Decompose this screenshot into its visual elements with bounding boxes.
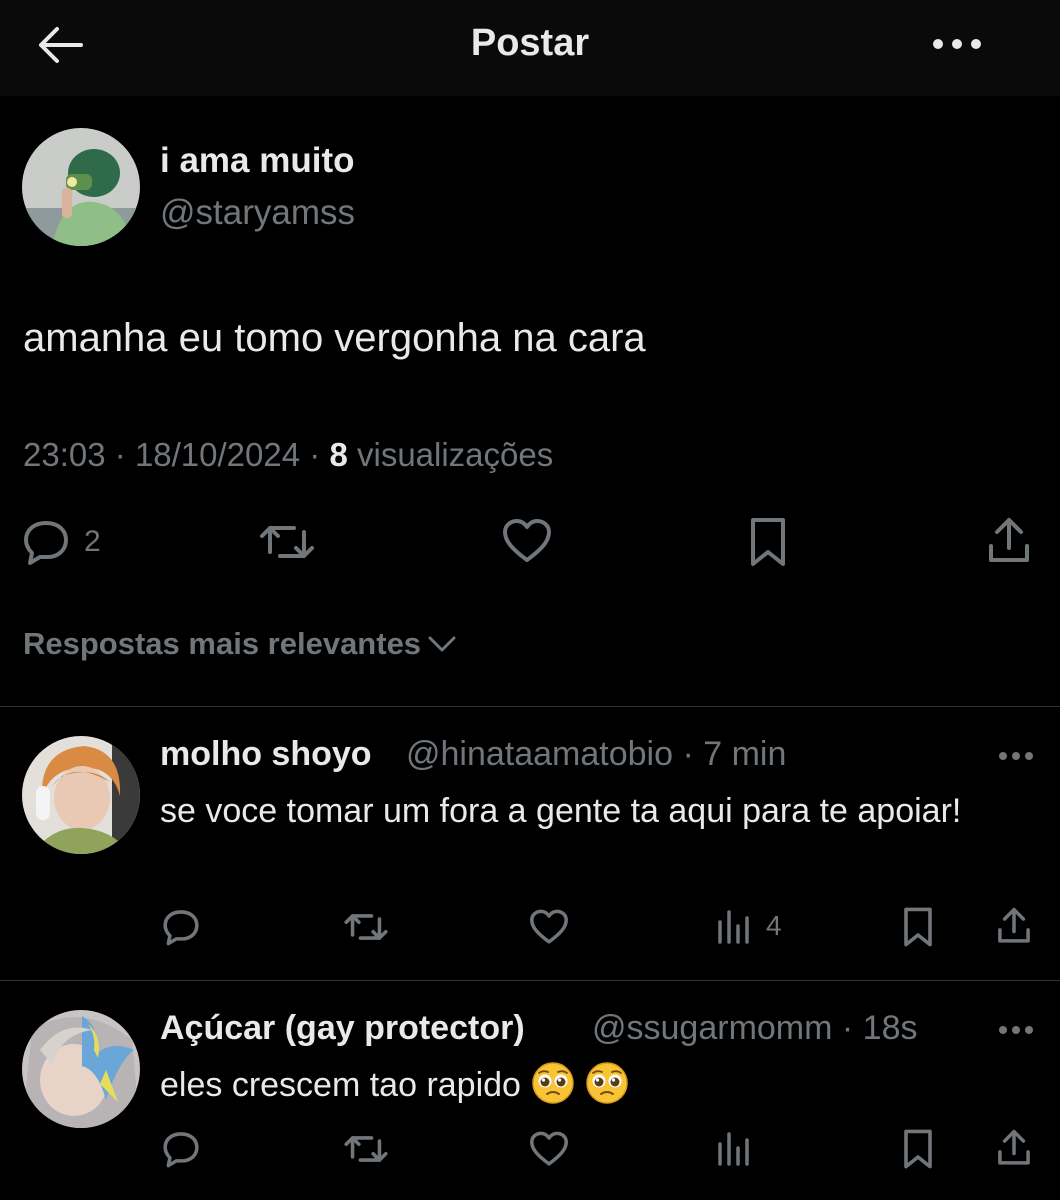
- share-icon: [998, 907, 1030, 943]
- reply-button[interactable]: [162, 908, 200, 946]
- post-meta: 23:03 · 18/10/2024 · 8 visualizações: [23, 436, 553, 474]
- meta-separator: ·: [114, 436, 135, 473]
- page-title: Postar: [470, 22, 590, 64]
- reply-icon: [163, 1132, 199, 1168]
- bookmark-button[interactable]: [902, 906, 934, 948]
- divider: [0, 980, 1060, 981]
- more-horizontal-icon: [933, 39, 981, 49]
- reply-time: 7 min: [703, 735, 787, 773]
- analytics-icon: [718, 1132, 749, 1166]
- reply-more-button[interactable]: [990, 741, 1042, 771]
- share-button[interactable]: [996, 906, 1032, 946]
- views-label[interactable]: visualizações: [357, 436, 553, 473]
- meta-separator: ·: [673, 735, 704, 773]
- reply-author-name[interactable]: molho shoyo: [160, 735, 372, 774]
- reply-author-name[interactable]: Açúcar (gay protector): [160, 1009, 525, 1048]
- reply-handle-time[interactable]: @ssugarmomm · 18s: [592, 1009, 918, 1048]
- repost-icon: [344, 914, 388, 940]
- reply-button[interactable]: [162, 1130, 200, 1168]
- author-avatar[interactable]: [22, 128, 140, 246]
- post-date: 18/10/2024: [134, 436, 301, 473]
- share-icon: [989, 518, 1029, 562]
- meta-separator: ·: [832, 1009, 863, 1047]
- author-handle[interactable]: @staryamss: [160, 193, 355, 233]
- views-button[interactable]: 4: [716, 908, 782, 944]
- reply-text-row: eles crescem tao rapido: [160, 1059, 1020, 1111]
- pleading-face-emoji: [586, 1062, 628, 1104]
- reply-text: se voce tomar um fora a gente ta aqui pa…: [160, 792, 962, 830]
- meta-separator: ·: [309, 436, 330, 473]
- replies-sort-label: Respostas mais relevantes: [23, 626, 422, 661]
- reply-handle-time[interactable]: @hinataamatobio · 7 min: [406, 735, 786, 774]
- repost-button[interactable]: [258, 518, 316, 566]
- views-count: 4: [766, 910, 782, 941]
- heart-icon: [503, 519, 551, 562]
- reply-count: 2: [84, 525, 101, 558]
- analytics-icon: [718, 910, 749, 944]
- heart-icon: [530, 1131, 568, 1166]
- share-button[interactable]: [996, 1128, 1032, 1168]
- like-button[interactable]: [502, 518, 552, 564]
- reply-more-button[interactable]: [990, 1015, 1042, 1045]
- top-bar: Postar: [0, 0, 1060, 96]
- bookmark-button[interactable]: [902, 1128, 934, 1170]
- chevron-down-icon: [428, 636, 456, 652]
- share-button[interactable]: [986, 516, 1032, 566]
- reply-time: 18s: [862, 1009, 918, 1047]
- more-options-button[interactable]: [922, 20, 992, 68]
- bookmark-icon: [904, 1129, 932, 1169]
- reply-button[interactable]: 2: [22, 518, 101, 566]
- heart-icon: [530, 909, 568, 944]
- more-horizontal-icon: [999, 1026, 1033, 1034]
- reply-author-handle: @ssugarmomm: [592, 1009, 833, 1047]
- views-count[interactable]: 8: [329, 436, 347, 473]
- bookmark-icon: [751, 518, 785, 566]
- divider: [0, 706, 1060, 707]
- post-time: 23:03: [23, 436, 106, 473]
- bookmark-icon: [904, 907, 932, 947]
- repost-button[interactable]: [343, 1130, 389, 1168]
- reply-avatar[interactable]: [22, 736, 140, 854]
- views-button[interactable]: [716, 1130, 752, 1166]
- reply-author-handle: @hinataamatobio: [406, 735, 674, 773]
- replies-sort-dropdown[interactable]: Respostas mais relevantes: [23, 626, 459, 662]
- repost-icon: [344, 1136, 388, 1162]
- bookmark-button[interactable]: [748, 516, 788, 568]
- reply-icon: [163, 910, 199, 946]
- reply-icon: [24, 521, 68, 565]
- post-text: amanha eu tomo vergonha na cara: [23, 316, 646, 360]
- like-button[interactable]: [529, 909, 569, 945]
- repost-button[interactable]: [343, 908, 389, 946]
- reply-text: eles crescem tao rapido: [160, 1066, 521, 1104]
- like-button[interactable]: [529, 1131, 569, 1167]
- repost-icon: [260, 526, 314, 558]
- share-icon: [998, 1129, 1030, 1165]
- pleading-face-emoji: [532, 1062, 574, 1104]
- more-horizontal-icon: [999, 752, 1033, 760]
- reply-avatar[interactable]: [22, 1010, 140, 1128]
- author-name[interactable]: i ama muito: [160, 141, 354, 181]
